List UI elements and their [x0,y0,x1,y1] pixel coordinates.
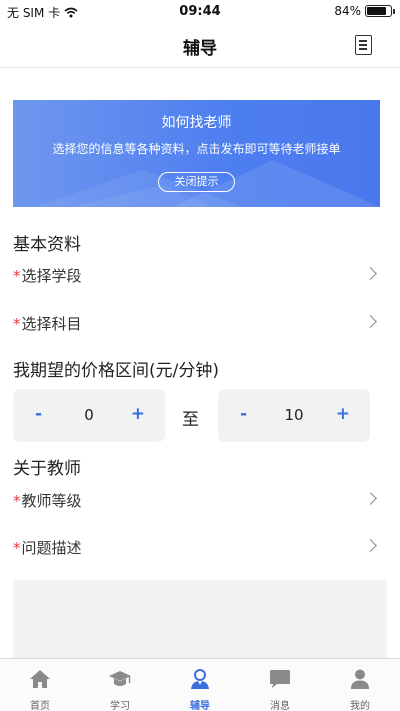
home-icon [30,670,50,688]
tab-label: 消息 [270,701,290,711]
problem-description-input[interactable] [13,580,387,658]
max-price-stepper: - 10 + [218,389,370,442]
tab-profile[interactable]: 我的 [320,659,400,711]
select-stage-row[interactable]: *选择学段 [13,265,383,289]
battery-status: 84% [334,4,395,18]
nav-bar: 辅导 [0,22,400,68]
problem-description-label: 问题描述 [21,539,82,557]
required-mark: * [13,267,21,285]
tab-study[interactable]: 学习 [80,659,160,711]
teacher-level-row[interactable]: *教师等级 [13,490,383,514]
battery-icon [365,5,395,17]
tab-bar: 首页 学习 辅导 消息 我的 [0,658,400,711]
basic-info-title: 基本资料 [13,235,81,255]
tab-label: 学习 [110,701,130,711]
price-range-title: 我期望的价格区间(元/分钟) [13,361,219,381]
min-price-stepper: - 0 + [13,389,165,442]
chevron-right-icon [364,492,377,505]
status-bar: 无 SIM 卡 09:44 84% [0,0,400,22]
problem-description-row[interactable]: *问题描述 [13,537,383,561]
select-subject-label: 选择科目 [21,315,82,333]
about-teacher-title: 关于教师 [13,459,81,479]
user-icon [351,669,369,689]
chevron-right-icon [364,315,377,328]
graduation-cap-icon [109,671,131,686]
document-list-icon[interactable] [355,35,372,55]
select-subject-row[interactable]: *选择科目 [13,313,383,337]
range-separator: 至 [182,410,199,430]
tab-label: 辅导 [190,701,210,711]
battery-percent: 84% [334,4,361,18]
hint-banner: 如何找老师 选择您的信息等各种资料，点击发布即可等待老师接单 关闭提示 [13,100,380,207]
page-title: 辅导 [183,39,217,59]
tutor-person-icon [191,669,209,689]
teacher-level-label: 教师等级 [21,492,82,510]
message-icon [270,670,290,688]
required-mark: * [13,315,21,333]
required-mark: * [13,492,21,510]
close-hint-button[interactable]: 关闭提示 [158,172,235,192]
tab-tutoring[interactable]: 辅导 [160,659,240,711]
tab-label: 首页 [30,701,50,711]
min-price-increment-button[interactable]: + [131,404,145,424]
banner-title: 如何找老师 [161,115,232,131]
required-mark: * [13,539,21,557]
chevron-right-icon [364,267,377,280]
tab-label: 我的 [350,701,370,711]
banner-subtitle: 选择您的信息等各种资料，点击发布即可等待老师接单 [52,142,341,156]
chevron-right-icon [364,539,377,552]
max-price-increment-button[interactable]: + [336,404,350,424]
select-stage-label: 选择学段 [21,267,82,285]
tab-home[interactable]: 首页 [0,659,80,711]
tab-messages[interactable]: 消息 [240,659,320,711]
